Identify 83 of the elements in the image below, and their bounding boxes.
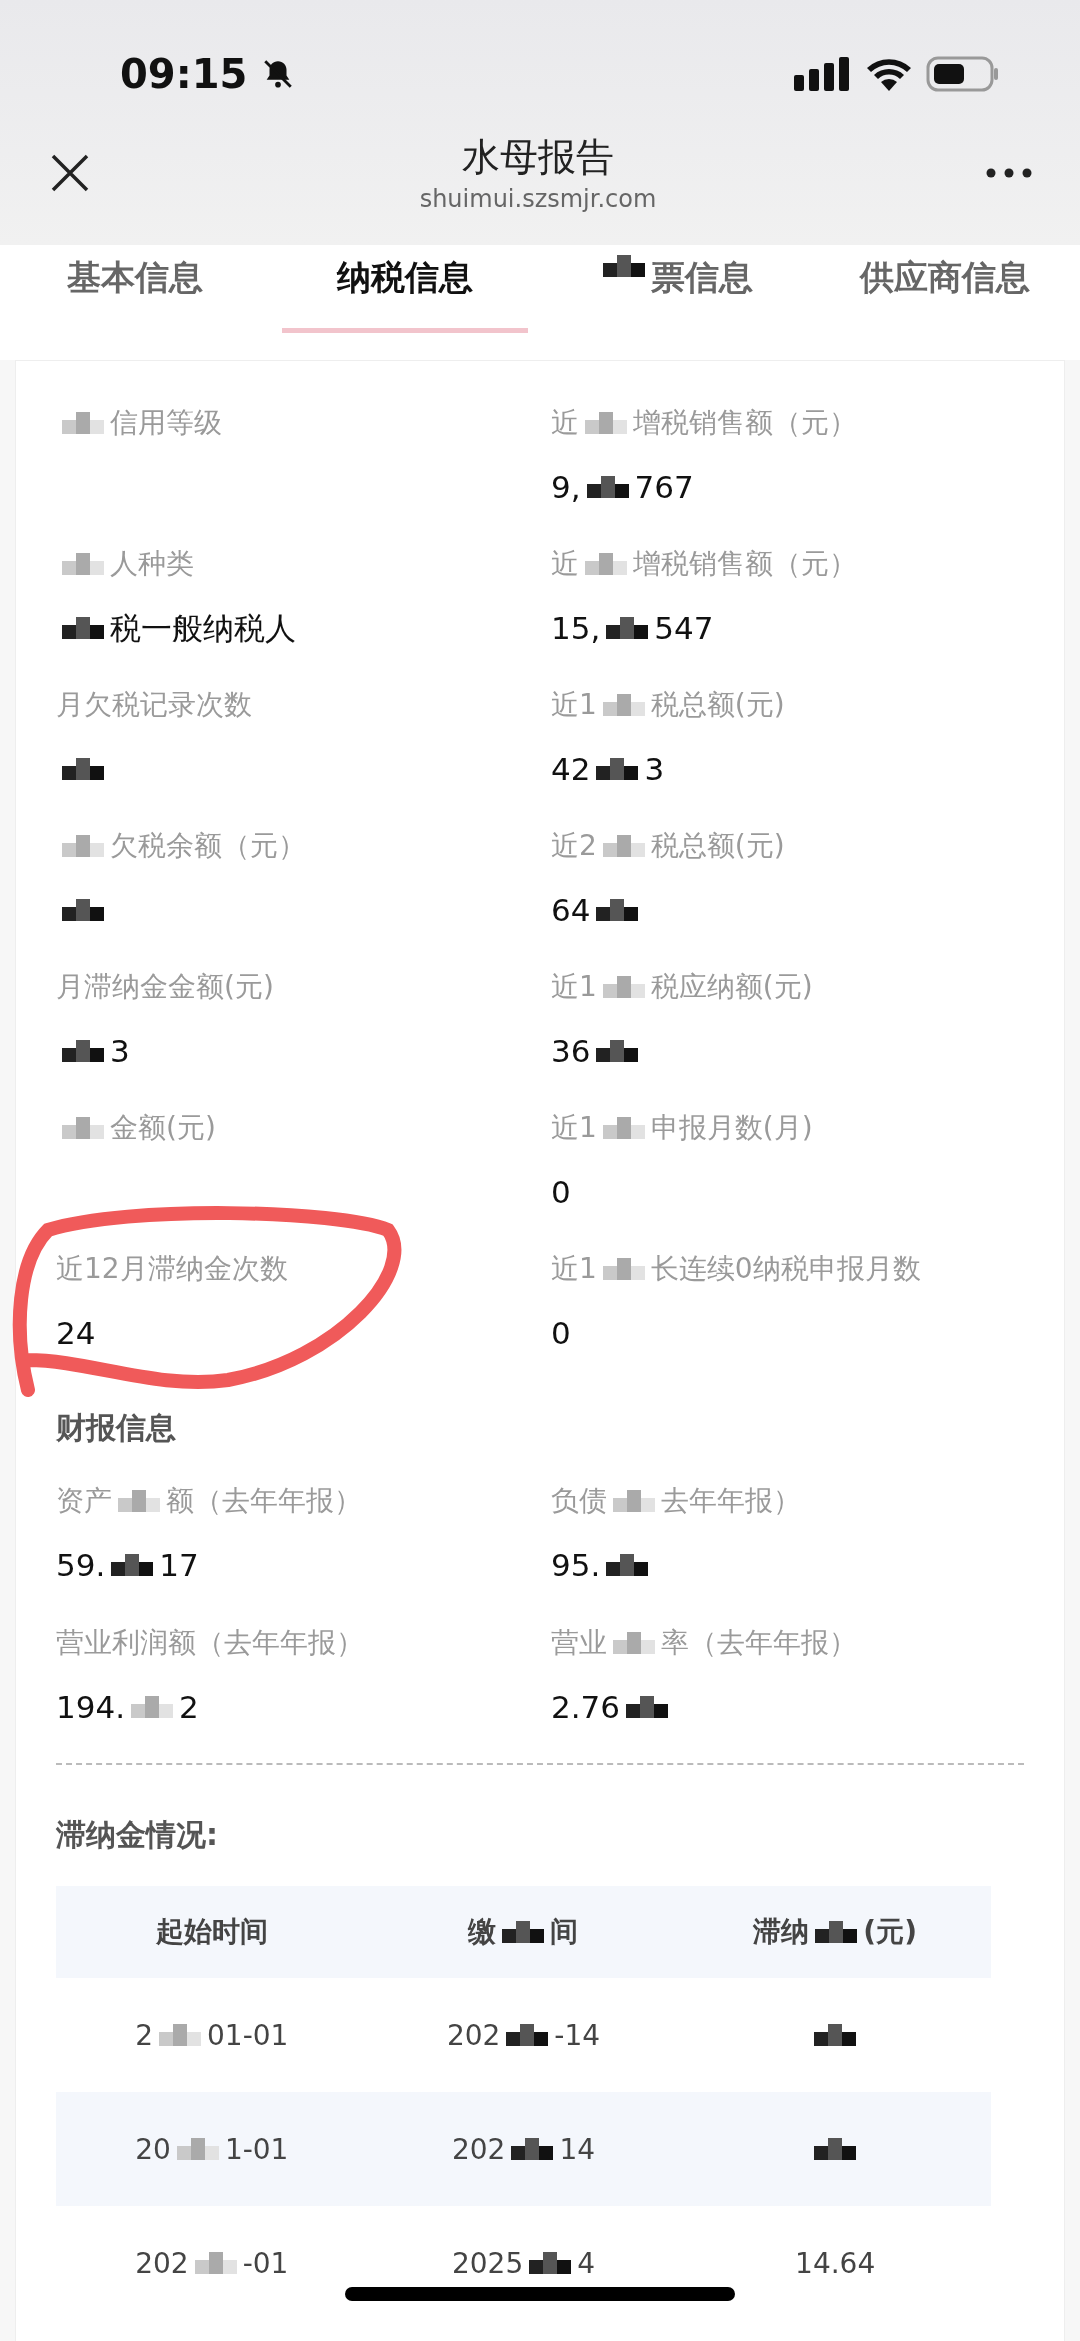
- text-fragment: 负债: [551, 1483, 607, 1519]
- text-fragment: 2.76: [551, 1688, 621, 1727]
- text-fragment: 194.: [56, 1688, 126, 1727]
- text-fragment: 近12月滞纳金次数: [56, 1251, 288, 1287]
- text-fragment: 增税销售额（元）: [633, 546, 857, 582]
- text-fragment: 欠税余额（元）: [110, 828, 306, 864]
- status-time: 09:15: [120, 51, 248, 97]
- text-fragment: 2025: [451, 2246, 524, 2280]
- text-fragment: 供应商信息: [860, 256, 1030, 299]
- text-fragment: 缴: [468, 1914, 497, 1950]
- text-fragment: 增税销售额（元）: [633, 405, 857, 441]
- text-fragment: 01-01: [207, 2018, 289, 2052]
- text-fragment: 月滞纳金金额(元): [56, 969, 274, 1005]
- page-url: shuimui.szsmjr.com: [419, 185, 657, 213]
- signal-icon: [794, 57, 852, 91]
- section-heading: 滞纳金情况:: [55, 1816, 219, 1854]
- text-fragment: 纳税信息: [337, 256, 473, 299]
- text-fragment: 近2: [551, 828, 597, 864]
- text-fragment: 信用等级: [110, 405, 222, 441]
- text-fragment: 20: [135, 2132, 171, 2166]
- text-fragment: 64: [551, 891, 591, 930]
- text-fragment: 营业: [551, 1625, 607, 1661]
- text-fragment: 547: [654, 609, 714, 648]
- tab[interactable]: 供应商信息: [822, 245, 1068, 333]
- text-fragment: -14: [554, 2018, 601, 2052]
- text-fragment: 票信息: [651, 256, 753, 299]
- text-fragment: 税一般纳税人: [110, 609, 296, 648]
- text-fragment: 0: [551, 1173, 571, 1212]
- text-fragment: 9,: [551, 468, 581, 507]
- text-fragment: 2: [135, 2018, 154, 2052]
- text-fragment: 0: [551, 1314, 571, 1353]
- text-fragment: 额（去年年报）: [166, 1483, 362, 1519]
- text-fragment: 金额(元): [110, 1110, 216, 1146]
- text-fragment: 17: [159, 1546, 199, 1585]
- text-fragment: 95.: [551, 1546, 601, 1585]
- text-fragment: 人种类: [110, 546, 194, 582]
- text-fragment: 间: [550, 1914, 579, 1950]
- tab[interactable]: 基本信息: [12, 245, 258, 333]
- text-fragment: 近1: [551, 1251, 597, 1287]
- text-fragment: 税总额(元): [650, 828, 785, 864]
- text-fragment: 资产: [56, 1483, 112, 1519]
- battery-icon: [926, 56, 1000, 92]
- tab[interactable]: 纳税信息: [282, 245, 528, 333]
- text-fragment: 率（去年年报）: [661, 1625, 857, 1661]
- text-fragment: 近: [551, 546, 579, 582]
- text-fragment: 税应纳额(元): [650, 969, 813, 1005]
- text-fragment: 营业利润额（去年年报）: [56, 1625, 364, 1661]
- tab[interactable]: 票信息: [552, 245, 798, 333]
- text-fragment: 3: [644, 750, 665, 789]
- text-fragment: 月欠税记录次数: [56, 687, 252, 723]
- text-fragment: 15,: [551, 609, 601, 648]
- page-title: 水母报告: [462, 134, 614, 181]
- text-fragment: 基本信息: [67, 256, 203, 299]
- section-heading: 财报信息: [55, 1409, 177, 1447]
- text-fragment: -01: [242, 2246, 289, 2280]
- text-fragment: 滞纳: [753, 1914, 810, 1950]
- text-fragment: 税总额(元): [650, 687, 785, 723]
- text-fragment: 近1: [551, 969, 597, 1005]
- text-fragment: (元): [863, 1914, 917, 1950]
- text-fragment: 202: [451, 2132, 506, 2166]
- wifi-icon: [866, 57, 912, 91]
- text-fragment: 起始时间: [155, 1914, 268, 1950]
- text-fragment: 近: [551, 405, 579, 441]
- text-fragment: 去年年报）: [661, 1483, 801, 1519]
- text-fragment: 近1: [551, 1110, 597, 1146]
- text-fragment: 14: [559, 2132, 596, 2166]
- text-fragment: 14.64: [795, 2246, 876, 2280]
- text-fragment: 4: [577, 2246, 596, 2280]
- text-fragment: 1-01: [224, 2132, 289, 2166]
- close-icon[interactable]: [50, 152, 90, 193]
- text-fragment: 36: [551, 1032, 591, 1071]
- more-icon[interactable]: [986, 167, 1032, 178]
- text-fragment: 2: [179, 1688, 199, 1727]
- text-fragment: 近1: [551, 687, 597, 723]
- text-fragment: 42: [551, 750, 591, 789]
- text-fragment: 申报月数(月): [650, 1110, 813, 1146]
- text-fragment: 59.: [56, 1546, 106, 1585]
- text-fragment: 长连续0纳税申报月数: [650, 1251, 921, 1287]
- text-fragment: 202: [135, 2246, 189, 2280]
- text-fragment: 202: [446, 2018, 501, 2052]
- text-fragment: 3: [110, 1032, 130, 1071]
- text-fragment: 24: [56, 1314, 96, 1353]
- text-fragment: 767: [634, 468, 694, 507]
